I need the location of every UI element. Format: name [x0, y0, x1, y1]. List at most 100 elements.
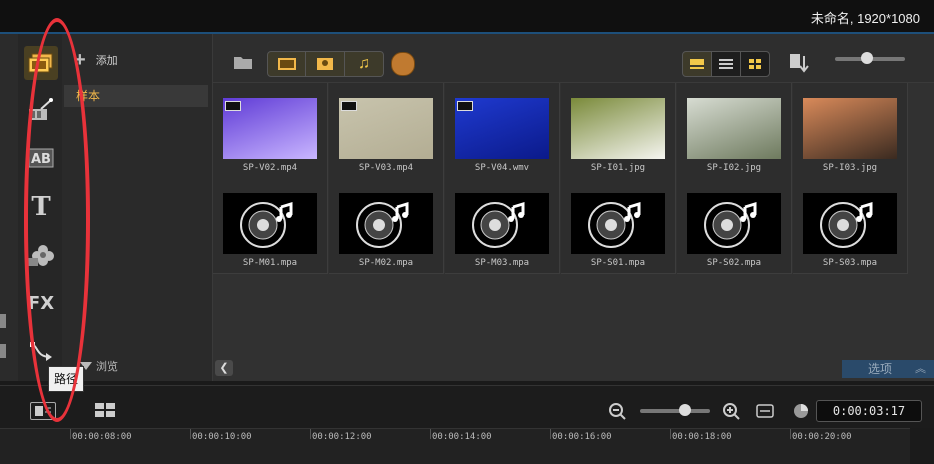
- ruler-label: 00:00:20:00: [792, 432, 852, 442]
- timeline-toolbar: 0:00:03:17: [0, 385, 934, 428]
- thumbnail-caption: SP-M01.mpa: [242, 258, 298, 268]
- options-button[interactable]: 选项 ︽: [842, 360, 934, 378]
- media-thumbnail[interactable]: SP-V02.mp4: [213, 83, 328, 179]
- media-icon[interactable]: [24, 46, 58, 80]
- list-view-button[interactable]: [711, 51, 741, 77]
- edge-handle: [0, 344, 6, 358]
- ruler-label: 00:00:12:00: [312, 432, 372, 442]
- media-library: ♫ SP-V02.mp4 SP-V03.mp4 SP-V04.wmv SP-I01.j…: [213, 34, 934, 381]
- media-thumbnail[interactable]: SP-V03.mp4: [329, 83, 444, 179]
- audio-icon: [223, 193, 317, 254]
- thumbnail-view-icon: [690, 59, 704, 69]
- media-thumbnail[interactable]: SP-S01.mpa: [561, 178, 676, 274]
- grid-view-icon: [749, 59, 761, 69]
- left-edge-strip: [0, 34, 19, 381]
- category-icon-bar: AB T FX: [18, 34, 63, 381]
- media-thumbnail[interactable]: SP-M03.mpa: [445, 178, 560, 274]
- show-photo-button[interactable]: [305, 51, 345, 77]
- browse-label: 浏览: [96, 361, 118, 373]
- thumbnail-caption: SP-V04.wmv: [474, 163, 530, 173]
- title-bar: 未命名, 1920*1080: [0, 0, 934, 34]
- timeline-scrollbar[interactable]: [910, 428, 934, 463]
- ruler-tick: [790, 429, 791, 439]
- chevron-up-icon: ︽: [915, 363, 926, 375]
- ruler-label: 00:00:10:00: [192, 432, 252, 442]
- thumbnail-image: [687, 98, 781, 159]
- thumbnail-caption: SP-V03.mp4: [358, 163, 414, 173]
- photo-icon: [317, 58, 333, 70]
- svg-text:AB: AB: [31, 152, 51, 167]
- options-label: 选项: [868, 362, 893, 376]
- media-thumbnail[interactable]: SP-V04.wmv: [445, 83, 560, 179]
- sort-icon[interactable]: [789, 52, 811, 74]
- media-thumbnail[interactable]: SP-I01.jpg: [561, 83, 676, 179]
- edge-handle: [0, 314, 6, 328]
- thumbnail-caption: SP-I03.jpg: [822, 163, 878, 173]
- timeline-ruler: 00:00:08:00 00:00:10:00 00:00:12:00 00:00:1…: [0, 428, 910, 464]
- library-folder-item[interactable]: 样本: [64, 85, 208, 107]
- timeline-mode-icon[interactable]: [30, 402, 56, 420]
- scroll-left-button[interactable]: ❮: [215, 360, 233, 376]
- video-clip-icon: [225, 101, 241, 111]
- media-grid: SP-V02.mp4 SP-V03.mp4 SP-V04.wmv SP-I01.jpg…: [213, 83, 934, 355]
- ruler-tick: [70, 429, 71, 439]
- ruler-label: 00:00:18:00: [672, 432, 732, 442]
- ruler-tick: [190, 429, 191, 439]
- audio-icon: [803, 193, 897, 254]
- thumbnail-caption: SP-S03.mpa: [822, 258, 878, 268]
- timeline-zoom-slider[interactable]: [640, 404, 710, 416]
- slider-knob[interactable]: [861, 52, 873, 64]
- media-thumbnail[interactable]: SP-S03.mpa: [793, 178, 908, 274]
- add-folder-button[interactable]: + 添加: [74, 49, 118, 71]
- fx-label: FX: [27, 292, 55, 314]
- storyboard-view-icon[interactable]: [94, 402, 116, 418]
- thumbnail-caption: SP-I01.jpg: [590, 163, 646, 173]
- zoom-in-icon[interactable]: [722, 402, 740, 420]
- video-clip-icon: [457, 101, 473, 111]
- ruler-label: 00:00:16:00: [552, 432, 612, 442]
- thumbnail-caption: SP-M02.mpa: [358, 258, 414, 268]
- fit-project-icon[interactable]: [756, 403, 774, 419]
- library-panel: + 添加 样本 浏览: [62, 34, 213, 381]
- media-thumbnail[interactable]: SP-I03.jpg: [793, 83, 908, 179]
- effects-icon[interactable]: [391, 52, 415, 76]
- ruler-label: 00:00:14:00: [432, 432, 492, 442]
- thumbnail-caption: SP-V02.mp4: [242, 163, 298, 173]
- thumbnail-caption: SP-M03.mpa: [474, 258, 530, 268]
- thumbnail-view-button[interactable]: [682, 51, 712, 77]
- folder-icon[interactable]: [233, 54, 253, 70]
- media-thumbnail[interactable]: SP-S02.mpa: [677, 178, 792, 274]
- video-clip-icon: [341, 101, 357, 111]
- plus-icon: +: [74, 49, 86, 71]
- slider-knob[interactable]: [679, 404, 691, 416]
- audio-icon: [571, 193, 665, 254]
- graphic-flower-icon[interactable]: [24, 238, 58, 272]
- zoom-out-icon[interactable]: [608, 402, 626, 420]
- project-duration-icon: [792, 402, 810, 420]
- transition-ab-icon[interactable]: AB: [24, 141, 58, 175]
- thumbnail-caption: SP-I02.jpg: [706, 163, 762, 173]
- magic-wand-icon[interactable]: [24, 93, 58, 127]
- thumbnail-image: [803, 98, 897, 159]
- fx-icon[interactable]: FX: [24, 286, 58, 320]
- thumbnail-caption: SP-S01.mpa: [590, 258, 646, 268]
- media-thumbnail[interactable]: SP-I02.jpg: [677, 83, 792, 179]
- title-t-icon[interactable]: T: [24, 190, 58, 224]
- grid-view-button[interactable]: [740, 51, 770, 77]
- tooltip: 路径: [48, 366, 84, 392]
- ruler-tick: [670, 429, 671, 439]
- audio-icon: [687, 193, 781, 254]
- project-title: 未命名, 1920*1080: [810, 11, 920, 26]
- show-video-button[interactable]: [267, 51, 306, 77]
- timecode-display[interactable]: 0:00:03:17: [816, 400, 922, 422]
- thumbnail-size-slider[interactable]: [835, 52, 905, 64]
- path-icon[interactable]: [24, 334, 58, 368]
- ruler-tick: [430, 429, 431, 439]
- thumbnail-caption: SP-S02.mpa: [706, 258, 762, 268]
- ruler-label: 00:00:08:00: [72, 432, 132, 442]
- film-icon: [277, 58, 296, 70]
- media-thumbnail[interactable]: SP-M02.mpa: [329, 178, 444, 274]
- media-thumbnail[interactable]: SP-M01.mpa: [213, 178, 328, 274]
- show-audio-button[interactable]: ♫: [344, 51, 384, 77]
- browse-button[interactable]: 浏览: [80, 358, 118, 374]
